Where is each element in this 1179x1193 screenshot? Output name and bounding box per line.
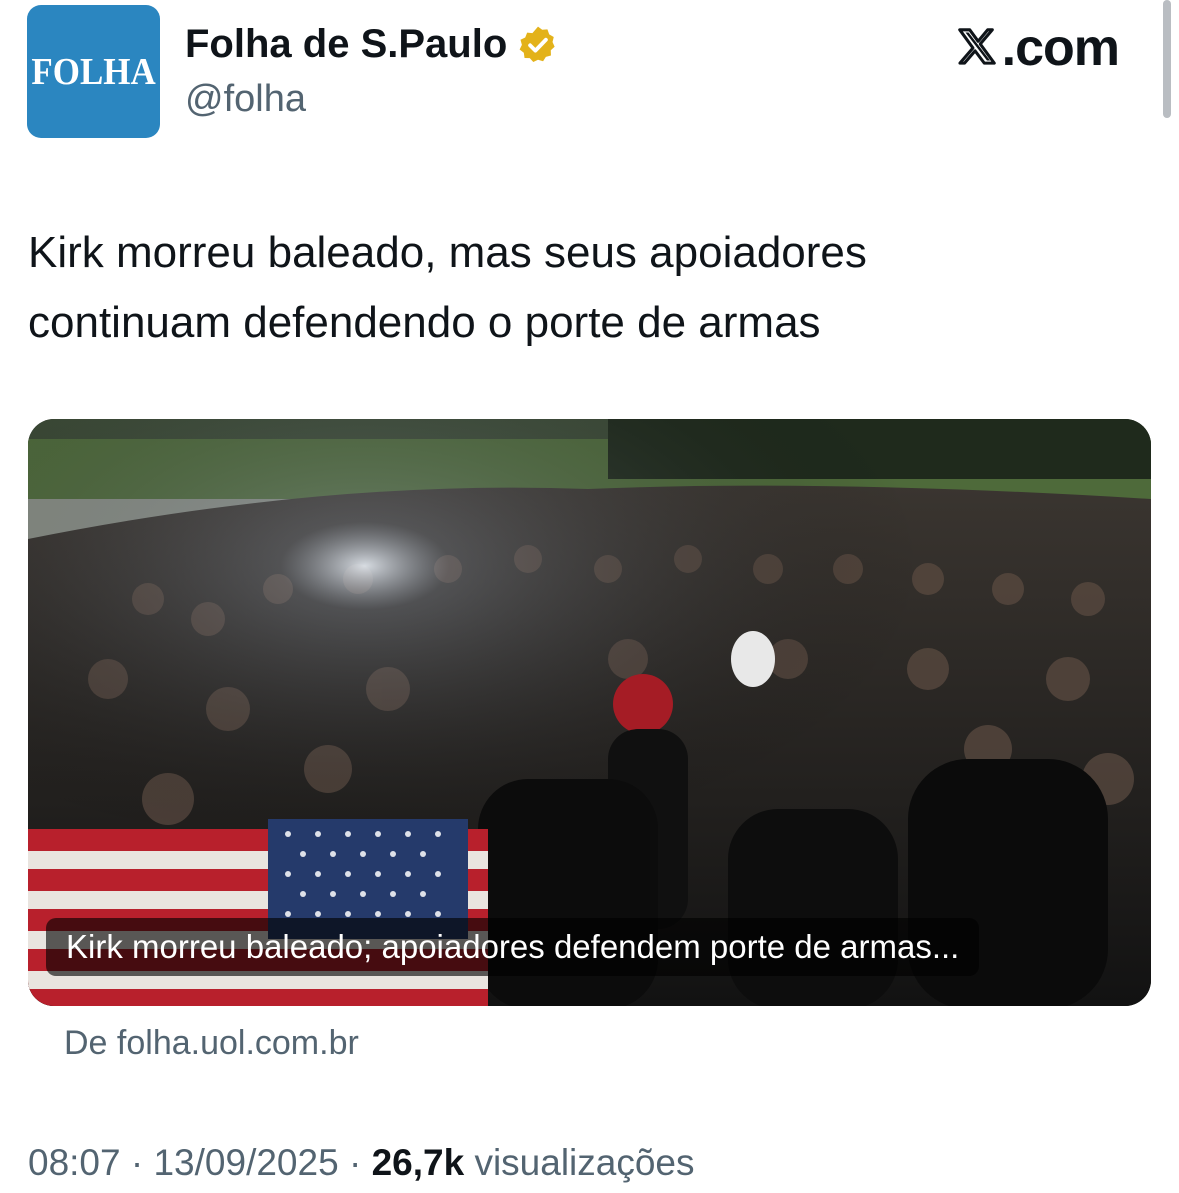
site-label: .com xyxy=(1001,19,1120,77)
views-label: visualizações xyxy=(474,1142,695,1183)
link-card[interactable]: Kirk morreu baleado; apoiadores defendem… xyxy=(28,419,1151,1006)
scrollbar[interactable] xyxy=(1163,0,1171,118)
meta-separator: · xyxy=(348,1142,362,1183)
verified-badge-icon xyxy=(519,26,555,62)
avatar[interactable]: FOLHA xyxy=(27,5,160,138)
card-caption: Kirk morreu baleado; apoiadores defendem… xyxy=(46,918,980,976)
tweet-text-line-1: Kirk morreu baleado, mas seus apoiadores xyxy=(28,228,867,277)
display-name[interactable]: Folha de S.Paulo xyxy=(185,22,507,67)
x-logo-icon xyxy=(957,28,996,65)
tweet-text-line-2: continuam defendendo o porte de armas xyxy=(28,298,821,347)
tweet-time[interactable]: 08:07 xyxy=(28,1142,121,1183)
tweet-date[interactable]: 13/09/2025 xyxy=(153,1142,338,1183)
avatar-logo-text: FOLHA xyxy=(31,50,156,93)
views-count: 26,7k xyxy=(371,1142,465,1183)
meta-separator: · xyxy=(130,1142,144,1183)
card-source-link[interactable]: De folha.uol.com.br xyxy=(64,1024,359,1063)
user-handle[interactable]: @folha xyxy=(185,78,306,121)
tweet-text: Kirk morreu baleado, mas seus apoiadores… xyxy=(28,218,1128,358)
x-com-watermark: .com xyxy=(954,18,1120,78)
tweet-metadata: 08:07 · 13/09/2025 · 26,7k visualizações xyxy=(28,1142,695,1184)
display-name-row[interactable]: Folha de S.Paulo xyxy=(185,22,559,67)
